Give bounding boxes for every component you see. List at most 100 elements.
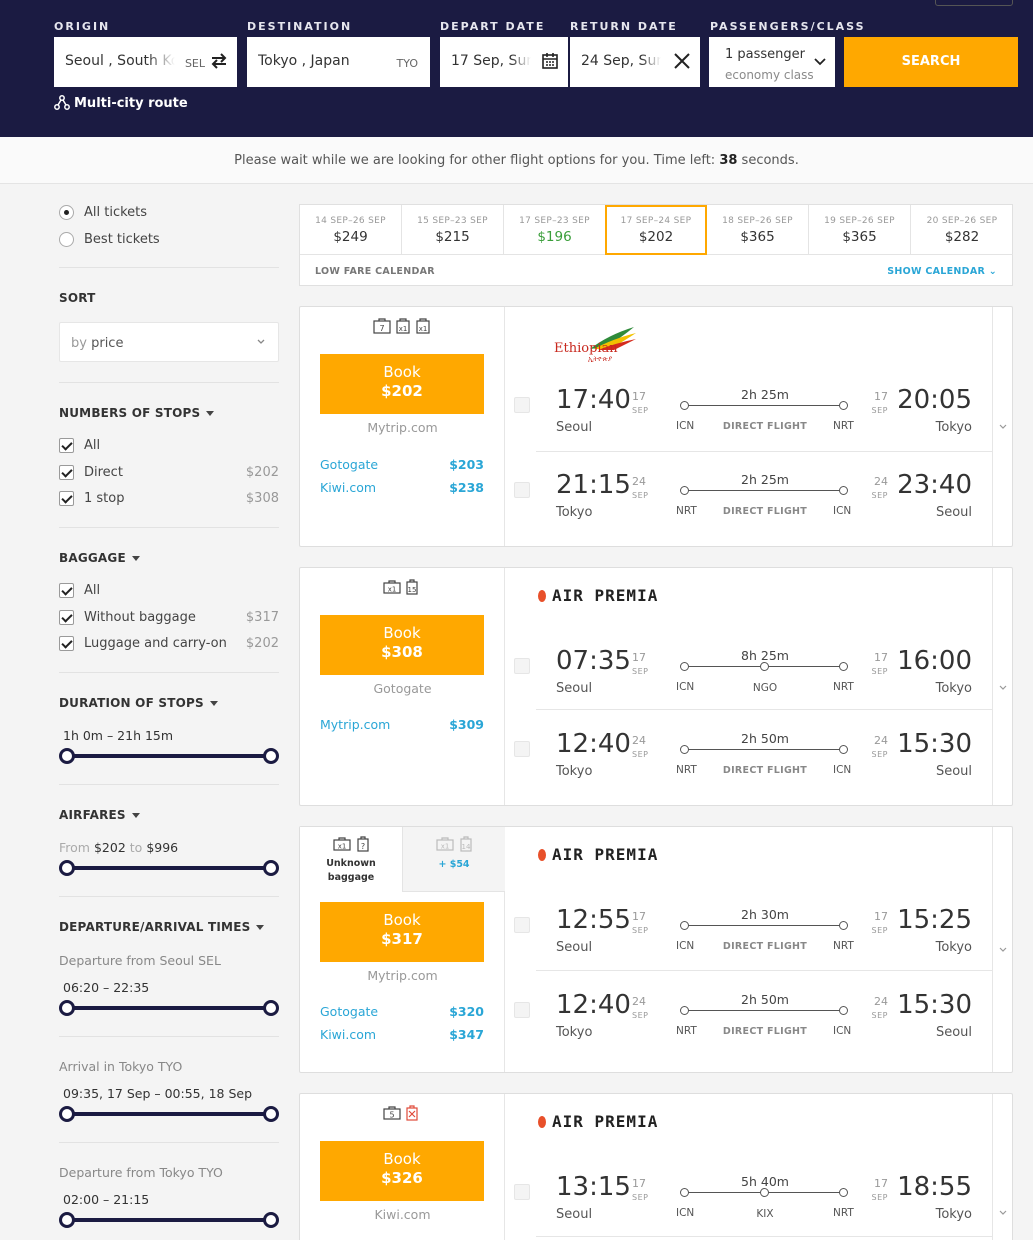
duration-slider[interactable] — [59, 748, 279, 764]
stops-title-text: NUMBERS OF STOPS — [59, 406, 201, 420]
calendar-cell[interactable]: 15 SEP–23 SEP $215 — [402, 205, 504, 255]
alternative-offer[interactable]: Mytrip.com $309 — [320, 717, 484, 732]
checkbox[interactable] — [59, 491, 74, 506]
flight-segment-outbound[interactable]: 17:40 17 SEP Seoul 2h 25m ICN DIRECT FLIG… — [506, 385, 992, 455]
book-button[interactable]: Book $308 — [320, 615, 484, 675]
book-button[interactable]: Book $317 — [320, 902, 484, 962]
expand-details[interactable] — [992, 1094, 1012, 1240]
radio-button[interactable] — [59, 232, 74, 247]
slider-handle-min[interactable] — [59, 860, 75, 876]
tab-with-baggage[interactable]: x1 14 + $54 — [402, 827, 505, 892]
calendar-cell[interactable]: 14 SEP–26 SEP $249 — [300, 205, 402, 255]
from-label: From — [59, 840, 90, 855]
times-title[interactable]: DEPARTURE/ARRIVAL TIMES — [59, 920, 265, 934]
slider-handle-max[interactable] — [263, 1212, 279, 1228]
alternative-offer[interactable]: Gotogate $203 — [320, 457, 484, 472]
swap-icon[interactable] — [209, 51, 229, 71]
airfares-slider[interactable] — [59, 860, 279, 876]
suitcase-icon: x1 — [332, 837, 351, 851]
slider-handle-max[interactable] — [263, 1106, 279, 1122]
airfares-title[interactable]: AIRFARES — [59, 808, 140, 822]
expand-details[interactable] — [992, 568, 1012, 805]
segment-checkbox[interactable] — [514, 917, 530, 933]
radio-best-tickets[interactable]: Best tickets — [59, 232, 160, 247]
baggage-all-checkbox[interactable]: All — [59, 583, 279, 598]
book-button[interactable]: Book $326 — [320, 1141, 484, 1201]
dep-seoul-label: Departure from Seoul SEL — [59, 953, 221, 968]
notice-seconds: 38 — [719, 153, 738, 168]
alternative-offer[interactable]: Kiwi.com $347 — [320, 1027, 484, 1042]
checkbox[interactable] — [59, 583, 74, 598]
expand-details[interactable] — [992, 827, 1012, 1072]
arrival-date: 24 SEP — [872, 995, 888, 1022]
baggage-title[interactable]: BAGGAGE — [59, 551, 140, 565]
radio-button[interactable] — [59, 205, 74, 220]
flight-segment-return[interactable]: 12:40 24 SEP Tokyo 2h 50m NRT DIRECT FLIG… — [506, 990, 992, 1060]
slider-handle-max[interactable] — [263, 860, 279, 876]
duration-title[interactable]: DURATION OF STOPS — [59, 696, 218, 710]
destination-field[interactable]: Tokyo , Japan TYO — [247, 37, 430, 87]
book-button[interactable]: Book $202 — [320, 354, 484, 414]
slider-handle-min[interactable] — [59, 748, 75, 764]
passengers-field[interactable]: 1 passenger economy class — [709, 37, 835, 87]
slider-handle-max[interactable] — [263, 748, 279, 764]
calendar-cell[interactable]: 18 SEP–26 SEP $365 — [707, 205, 809, 255]
arr-tokyo-slider[interactable] — [59, 1106, 279, 1122]
slider-handle-min[interactable] — [59, 1106, 75, 1122]
origin-field[interactable]: Seoul , South Korea SEL — [54, 37, 237, 87]
baggage-luggage-checkbox[interactable]: Luggage and carry-on $202 — [59, 636, 279, 651]
stops-direct-checkbox[interactable]: Direct $202 — [59, 465, 279, 480]
segment-checkbox[interactable] — [514, 482, 530, 498]
expand-details[interactable] — [992, 307, 1012, 546]
checkbox[interactable] — [59, 465, 74, 480]
dest-airport: NRT — [833, 420, 854, 432]
route-line — [688, 925, 842, 926]
segment-checkbox[interactable] — [514, 397, 530, 413]
flight-segment-outbound[interactable]: 13:15 17 SEP Seoul 5h 40m ICN KIX NRT 17 S… — [506, 1172, 992, 1240]
calendar-icon[interactable] — [540, 51, 560, 71]
calendar-cell[interactable]: 19 SEP–26 SEP $365 — [809, 205, 911, 255]
flight-segment-return[interactable]: 12:40 24 SEP Tokyo 2h 50m NRT DIRECT FLIG… — [506, 729, 992, 799]
flight-duration: 8h 25m — [741, 648, 789, 663]
sort-select[interactable]: by price — [59, 322, 279, 362]
baggage-without-checkbox[interactable]: Without baggage $317 — [59, 610, 279, 625]
departure-month: SEP — [632, 667, 649, 676]
radio-all-tickets[interactable]: All tickets — [59, 205, 147, 220]
checkbox[interactable] — [59, 438, 74, 453]
flight-segment-outbound[interactable]: 12:55 17 SEP Seoul 2h 30m ICN DIRECT FLIG… — [506, 905, 992, 975]
calendar-cell-lowest[interactable]: 17 SEP–23 SEP $196 — [504, 205, 606, 255]
show-calendar-link[interactable]: SHOW CALENDAR ⌄ — [887, 266, 997, 277]
slider-handle-min[interactable] — [59, 1212, 75, 1228]
alternative-offer[interactable]: Kiwi.com $238 — [320, 480, 484, 495]
segment-checkbox[interactable] — [514, 658, 530, 674]
flight-segment-outbound[interactable]: 07:35 17 SEP Seoul 8h 25m ICN NGO NRT 17 S… — [506, 646, 992, 716]
dep-tokyo-slider[interactable] — [59, 1212, 279, 1228]
stops-title[interactable]: NUMBERS OF STOPS — [59, 406, 215, 420]
stops-all-checkbox[interactable]: All — [59, 438, 279, 453]
segment-checkbox[interactable] — [514, 741, 530, 757]
segment-checkbox[interactable] — [514, 1002, 530, 1018]
passengers-label: PASSENGERS/CLASS — [710, 20, 866, 33]
departure-time: 13:15 — [556, 1172, 631, 1202]
departure-city: Seoul — [556, 681, 593, 696]
flight-duration: 2h 30m — [741, 907, 789, 922]
checkbox[interactable] — [59, 636, 74, 651]
search-button[interactable]: SEARCH — [844, 37, 1018, 87]
account-button[interactable] — [935, 0, 1013, 6]
checkbox[interactable] — [59, 610, 74, 625]
stops-1-stop-checkbox[interactable]: 1 stop $308 — [59, 491, 279, 506]
calendar-cell[interactable]: 20 SEP–26 SEP $282 — [911, 205, 1013, 255]
tab-unknown-baggage[interactable]: x1 ? Unknown baggage — [300, 827, 402, 892]
slider-handle-min[interactable] — [59, 1000, 75, 1016]
close-icon[interactable] — [672, 51, 692, 71]
dep-seoul-slider[interactable] — [59, 1000, 279, 1016]
return-date-field[interactable]: 24 Sep, Sun — [570, 37, 700, 87]
alternative-offer[interactable]: Gotogate $320 — [320, 1004, 484, 1019]
slider-handle-max[interactable] — [263, 1000, 279, 1016]
calendar-cell-selected[interactable]: 17 SEP–24 SEP $202 — [605, 205, 707, 255]
flight-segment-return[interactable]: 21:15 24 SEP Tokyo 2h 25m NRT DIRECT FLIG… — [506, 470, 992, 540]
airline-logo-ethiopian: Ethiopian ኢትዮጵያ — [538, 325, 638, 365]
segment-checkbox[interactable] — [514, 1184, 530, 1200]
multi-city-link[interactable]: Multi-city route — [54, 95, 188, 111]
depart-date-field[interactable]: 17 Sep, Sun — [440, 37, 568, 87]
